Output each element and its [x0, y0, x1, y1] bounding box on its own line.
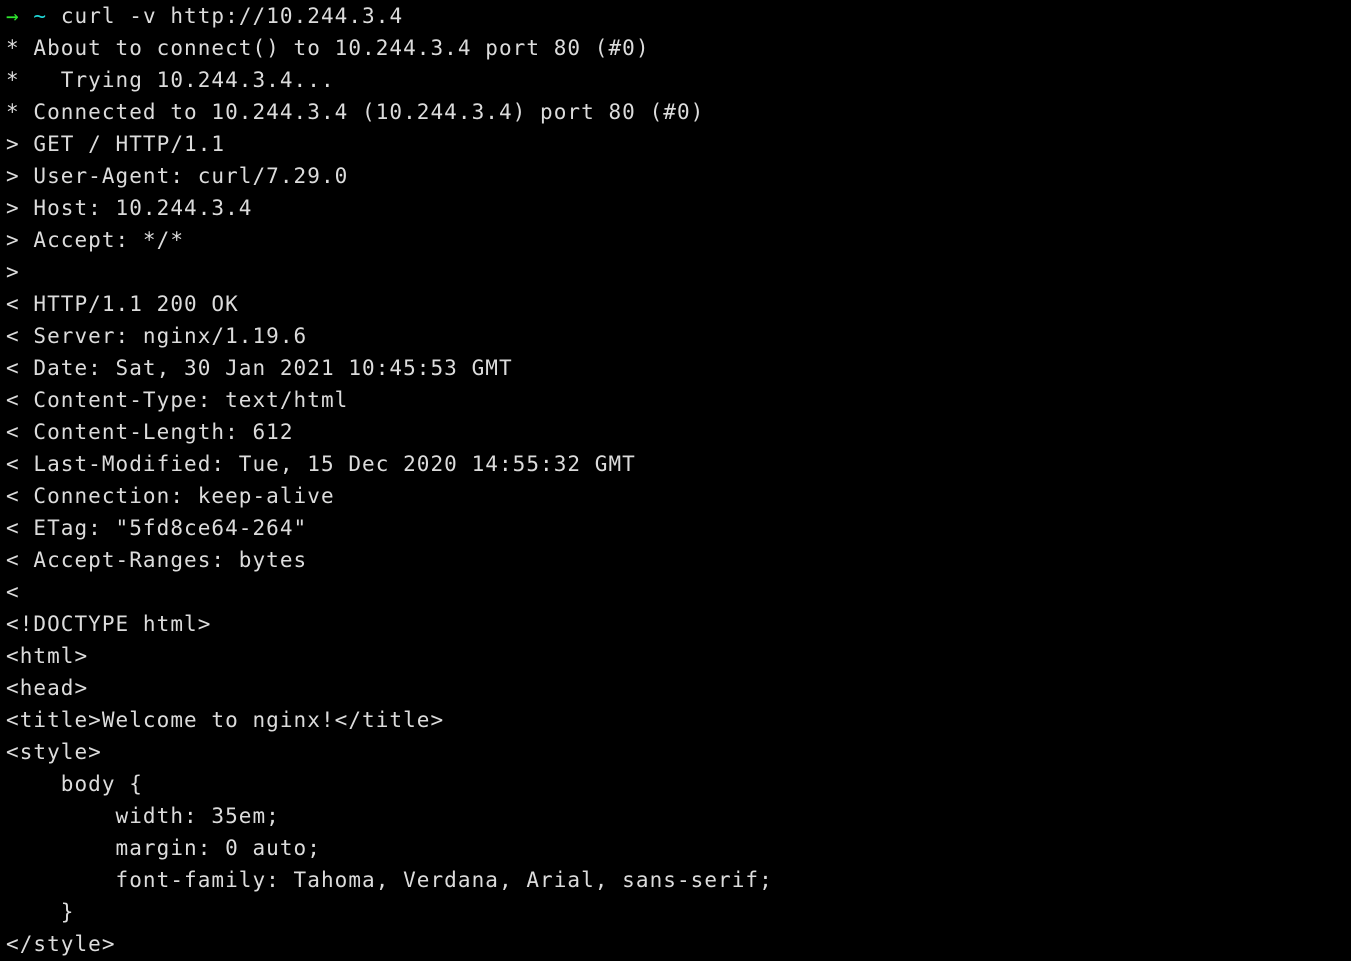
output-text: < Last-Modified: Tue, 15 Dec 2020 14:55:…: [6, 452, 636, 476]
terminal-output-line: * Trying 10.244.3.4...: [6, 64, 1351, 96]
terminal-output-line: width: 35em;: [6, 800, 1351, 832]
output-text: > Accept: */*: [6, 228, 185, 252]
output-text: }: [6, 900, 75, 924]
terminal-output-line: <head>: [6, 672, 1351, 704]
output-text: <html>: [6, 644, 89, 668]
output-text: <: [6, 580, 20, 604]
output-text: < HTTP/1.1 200 OK: [6, 292, 239, 316]
output-text: < ETag: "5fd8ce64-264": [6, 516, 308, 540]
terminal-output-line: body {: [6, 768, 1351, 800]
output-text: <!DOCTYPE html>: [6, 612, 212, 636]
terminal-window[interactable]: → ~ curl -v http://10.244.3.4 * About to …: [0, 0, 1351, 961]
terminal-output-line: <title>Welcome to nginx!</title>: [6, 704, 1351, 736]
prompt-line: → ~ curl -v http://10.244.3.4: [6, 0, 1351, 32]
terminal-output-line: }: [6, 896, 1351, 928]
output-text: < Date: Sat, 30 Jan 2021 10:45:53 GMT: [6, 356, 513, 380]
output-text: width: 35em;: [6, 804, 280, 828]
output-text: < Server: nginx/1.19.6: [6, 324, 308, 348]
output-text: > User-Agent: curl/7.29.0: [6, 164, 349, 188]
output-text: body {: [6, 772, 143, 796]
output-text: margin: 0 auto;: [6, 836, 321, 860]
output-text: <style>: [6, 740, 102, 764]
output-text: < Accept-Ranges: bytes: [6, 548, 308, 572]
terminal-output-line: > Accept: */*: [6, 224, 1351, 256]
output-text: * Trying 10.244.3.4...: [6, 68, 335, 92]
terminal-output-line: < Connection: keep-alive: [6, 480, 1351, 512]
command-text[interactable]: curl -v http://10.244.3.4: [61, 4, 403, 28]
output-text: < Content-Type: text/html: [6, 388, 349, 412]
prompt-arrow-icon: →: [6, 4, 20, 28]
output-text: font-family: Tahoma, Verdana, Arial, san…: [6, 868, 773, 892]
prompt-spacer: [47, 4, 61, 28]
prompt-cwd: ~: [33, 4, 48, 28]
terminal-output-line: < ETag: "5fd8ce64-264": [6, 512, 1351, 544]
output-text: * Connected to 10.244.3.4 (10.244.3.4) p…: [6, 100, 705, 124]
terminal-output-line: < Accept-Ranges: bytes: [6, 544, 1351, 576]
output-text: * About to connect() to 10.244.3.4 port …: [6, 36, 650, 60]
output-text: <head>: [6, 676, 89, 700]
terminal-output-line: > User-Agent: curl/7.29.0: [6, 160, 1351, 192]
terminal-output-line: * Connected to 10.244.3.4 (10.244.3.4) p…: [6, 96, 1351, 128]
terminal-output-line: < Server: nginx/1.19.6: [6, 320, 1351, 352]
terminal-output-line: <!DOCTYPE html>: [6, 608, 1351, 640]
terminal-output-line: font-family: Tahoma, Verdana, Arial, san…: [6, 864, 1351, 896]
terminal-output-line: <html>: [6, 640, 1351, 672]
terminal-output-line: > Host: 10.244.3.4: [6, 192, 1351, 224]
terminal-output-line: <style>: [6, 736, 1351, 768]
terminal-output-line: </style>: [6, 928, 1351, 960]
terminal-output-line: margin: 0 auto;: [6, 832, 1351, 864]
terminal-output-line: < Content-Type: text/html: [6, 384, 1351, 416]
terminal-output-line: <: [6, 576, 1351, 608]
terminal-output-line: < Date: Sat, 30 Jan 2021 10:45:53 GMT: [6, 352, 1351, 384]
output-text: </style>: [6, 932, 116, 956]
terminal-output-line: < Content-Length: 612: [6, 416, 1351, 448]
output-text: >: [6, 260, 20, 284]
output-text: > GET / HTTP/1.1: [6, 132, 226, 156]
terminal-output-line: > GET / HTTP/1.1: [6, 128, 1351, 160]
terminal-output-line: < Last-Modified: Tue, 15 Dec 2020 14:55:…: [6, 448, 1351, 480]
terminal-screen: → ~ curl -v http://10.244.3.4 * About to …: [6, 0, 1351, 960]
terminal-output-line: < HTTP/1.1 200 OK: [6, 288, 1351, 320]
output-text: < Content-Length: 612: [6, 420, 294, 444]
terminal-output-line: * About to connect() to 10.244.3.4 port …: [6, 32, 1351, 64]
output-text: < Connection: keep-alive: [6, 484, 335, 508]
terminal-output-line: >: [6, 256, 1351, 288]
output-text: > Host: 10.244.3.4: [6, 196, 253, 220]
prompt-spacer: [20, 4, 34, 28]
output-text: <title>Welcome to nginx!</title>: [6, 708, 445, 732]
